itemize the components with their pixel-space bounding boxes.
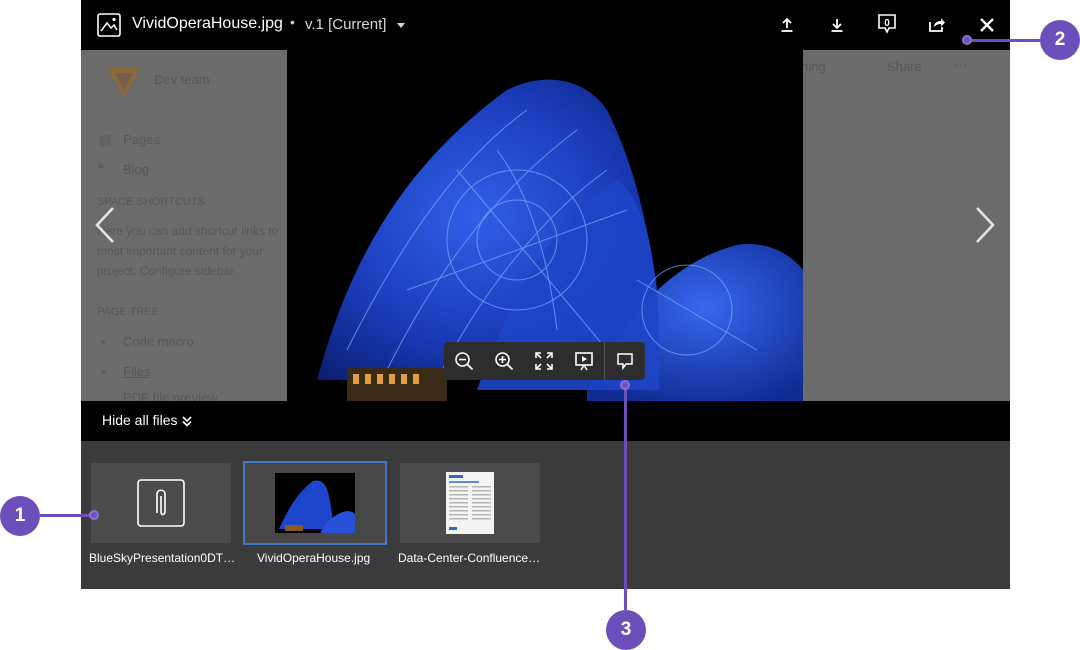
space-name: Dev team [154,72,210,87]
zoom-out-button[interactable] [454,351,474,371]
callout-anchor-dot [962,35,972,45]
file-name-label[interactable]: Data-Center-Confluence… [398,551,544,565]
version-dropdown[interactable]: v.1 [Current] [305,16,386,33]
comments-button[interactable]: 0 [875,13,899,37]
add-comment-button[interactable] [615,351,635,371]
nav-blog: Blog [123,162,150,177]
share-button: Share [887,59,922,74]
close-icon [980,18,994,32]
document-page-thumbnail [446,472,494,534]
more-button: ··· [954,57,967,72]
file-preview-viewer: Dev team tching Share ··· ▤ Pages ❝ Blog… [81,0,1010,589]
callout-anchor-dot [620,380,630,390]
callout-line [624,384,627,610]
file-thumbnail-document[interactable] [400,463,540,543]
tree-bullet-icon: • [101,334,106,349]
file-thumbnail-attachment[interactable] [91,463,231,543]
callout-badge-2: 2 [1040,20,1080,60]
shortcuts-text-3: project. Configure sidebar. [97,264,238,278]
upload-button[interactable] [775,13,799,37]
page-tree-heading: PAGE TREE [97,306,159,318]
tree-item-files: Files [123,364,151,379]
callout-line [40,514,92,517]
download-icon [831,19,843,32]
file-thumbnail-image-selected[interactable] [243,461,387,545]
nav-pages: Pages [123,132,160,147]
upload-icon [781,17,793,32]
hide-all-files-toggle[interactable]: Hide all files [102,412,177,428]
tree-item-code-macro: Code macro [123,334,194,349]
download-button[interactable] [825,13,849,37]
comment-icon [617,353,633,370]
pages-icon: ▤ [99,132,112,147]
file-title: VividOperaHouse.jpg [132,15,283,32]
tree-bullet-icon: • [101,364,106,379]
blog-icon: ❝ [97,161,104,176]
shortcuts-text-1: Here you can add shortcut links to [97,224,279,238]
zoom-out-icon [455,352,474,371]
callout-badge-3: 3 [606,610,646,650]
opera-house-thumbnail [275,473,355,533]
double-chevron-down-icon[interactable] [181,414,193,428]
title-separator: • [290,14,295,30]
zoom-in-icon [495,352,514,371]
previous-file-arrow-icon[interactable] [93,205,117,245]
toolbar-divider [604,342,605,380]
close-button[interactable] [975,13,999,37]
presentation-icon [575,352,593,371]
next-file-arrow-icon[interactable] [973,205,997,245]
shortcuts-text-2: most important content for your [97,244,264,258]
zoom-in-button[interactable] [494,351,514,371]
file-name-label[interactable]: BlueSkyPresentation0DT… [89,551,237,565]
paperclip-icon [137,479,185,527]
viewer-header: VividOperaHouse.jpg • v.1 [Current] 0 [81,0,1010,50]
callout-badge-1: 1 [0,496,40,536]
callout-anchor-dot [89,510,99,520]
fit-to-screen-button[interactable] [534,351,554,371]
file-name-label[interactable]: VividOperaHouse.jpg [257,551,377,565]
fullscreen-icon [535,352,553,370]
space-logo-icon [108,68,140,98]
callout-line [966,39,1040,42]
image-file-icon [97,13,121,37]
share-icon [929,18,945,32]
zoom-toolbar [444,342,645,380]
share-button[interactable] [925,13,949,37]
comment-count: 0 [884,17,890,29]
chevron-down-icon[interactable] [397,23,405,28]
file-strip-header: Hide all files [81,401,1010,441]
presentation-mode-button[interactable] [574,351,594,371]
